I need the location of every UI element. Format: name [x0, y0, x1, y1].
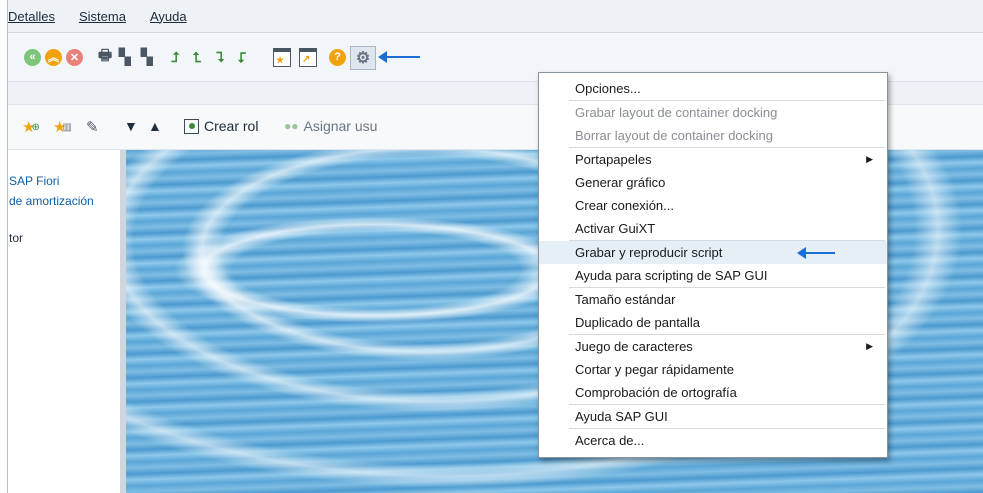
menu-item-ortografia[interactable]: Comprobación de ortografía [539, 381, 887, 404]
last-page-icon[interactable]: ⮦ [238, 48, 246, 66]
menu-item-label: Tamaño estándar [575, 292, 676, 307]
submenu-arrow-icon: ▶ [866, 154, 873, 164]
menu-item-borrar-layout: Borrar layout de container docking [539, 124, 887, 147]
cancel-icon[interactable]: ✕ [66, 48, 83, 66]
menu-item-portapapeles[interactable]: Portapapeles ▶ [539, 148, 887, 171]
menu-item-label: Generar gráfico [575, 175, 666, 190]
print-icon[interactable]: 🖶 [98, 47, 112, 66]
menu-item-label: Ayuda para scripting de SAP GUI [575, 268, 768, 283]
triangle-up-icon[interactable]: ▲ [148, 118, 162, 134]
first-page-icon[interactable]: ⮥ [171, 48, 179, 66]
menu-item-activar-guixt[interactable]: Activar GuiXT [539, 217, 887, 240]
nav-item-tor[interactable]: tor [9, 231, 23, 245]
menu-detalles[interactable]: Detalles [8, 9, 55, 24]
menu-item-label: Portapapeles [575, 152, 652, 167]
menu-item-label: Borrar layout de container docking [575, 128, 774, 143]
submenu-arrow-icon: ▶ [866, 341, 873, 351]
exit-icon[interactable]: ︽ [45, 48, 62, 66]
asignar-button[interactable]: ●● Asignar usu [284, 118, 377, 134]
menu-item-label: Opciones... [575, 81, 641, 96]
users-icon: ●● [284, 119, 299, 133]
menu-item-generar-grafico[interactable]: Generar gráfico [539, 171, 887, 194]
navigation-panel: SAP Fiori de amortización tor [8, 150, 121, 493]
menu-item-ayuda-scripting[interactable]: Ayuda para scripting de SAP GUI [539, 264, 887, 287]
menu-item-label: Crear conexión... [575, 198, 674, 213]
menu-item-label: Grabar y reproducir script [575, 245, 723, 260]
menu-item-label: Acerca de... [575, 433, 645, 448]
menu-item-opciones[interactable]: Opciones... [539, 77, 887, 100]
back-icon[interactable]: « [24, 48, 41, 66]
customize-layout-menu: Opciones... Grabar layout de container d… [538, 72, 888, 458]
crear-rol-button[interactable]: Crear rol [184, 118, 258, 134]
create-session-icon[interactable]: ★ [272, 47, 292, 67]
help-icon[interactable]: ? [329, 48, 346, 66]
menu-item-label: Comprobación de ortografía [575, 385, 737, 400]
menu-item-cortar-pegar[interactable]: Cortar y pegar rápidamente [539, 358, 887, 381]
annotation-arrow [378, 51, 420, 63]
menu-item-juego-caracteres[interactable]: Juego de caracteres ▶ [539, 335, 887, 358]
customize-layout-icon[interactable]: ⚙ [350, 46, 376, 70]
sap-gui-window: Detalles Sistema Ayuda « ︽ ✕ 🖶 ▚ ▚ ⮥ ⮤ ⮧… [7, 0, 983, 493]
pencil-icon[interactable]: ✎ [86, 118, 99, 136]
menu-item-label: Cortar y pegar rápidamente [575, 362, 734, 377]
menu-item-label: Activar GuiXT [575, 221, 656, 236]
add-favorite-icon[interactable]: ★ ⊕ [22, 118, 40, 136]
menu-item-ayuda-sap-gui[interactable]: Ayuda SAP GUI [539, 405, 887, 428]
triangle-down-icon[interactable]: ▼ [124, 118, 138, 134]
asignar-label: Asignar usu [303, 118, 378, 134]
nav-item-sap-fiori[interactable]: SAP Fiori [9, 174, 59, 188]
role-icon [184, 118, 199, 134]
menu-ayuda[interactable]: Ayuda [150, 9, 187, 24]
previous-page-icon[interactable]: ⮤ [193, 48, 201, 66]
menu-bar: Detalles Sistema Ayuda [8, 0, 983, 33]
nav-item-amortizacion[interactable]: de amortización [9, 194, 94, 208]
menu-item-crear-conexion[interactable]: Crear conexión... [539, 194, 887, 217]
menu-item-duplicado-pantalla[interactable]: Duplicado de pantalla [539, 311, 887, 334]
find-next-icon[interactable]: ▚ [141, 48, 153, 66]
next-page-icon[interactable]: ⮧ [216, 48, 224, 66]
menu-sistema[interactable]: Sistema [79, 9, 126, 24]
find-icon[interactable]: ▚ [119, 48, 131, 66]
menu-item-grabar-layout: Grabar layout de container docking [539, 101, 887, 124]
menu-item-label: Juego de caracteres [575, 339, 693, 354]
menu-item-label: Grabar layout de container docking [575, 105, 778, 120]
annotation-arrow [797, 247, 835, 259]
create-shortcut-icon[interactable]: ↗ [298, 47, 318, 67]
menu-item-tamano-estandar[interactable]: Tamaño estándar [539, 288, 887, 311]
menu-item-acerca-de[interactable]: Acerca de... [539, 429, 887, 452]
delete-favorite-icon[interactable]: ★ ▥ [53, 118, 72, 136]
crear-rol-label: Crear rol [204, 118, 259, 134]
menu-item-label: Ayuda SAP GUI [575, 409, 668, 424]
menu-item-label: Duplicado de pantalla [575, 315, 701, 330]
